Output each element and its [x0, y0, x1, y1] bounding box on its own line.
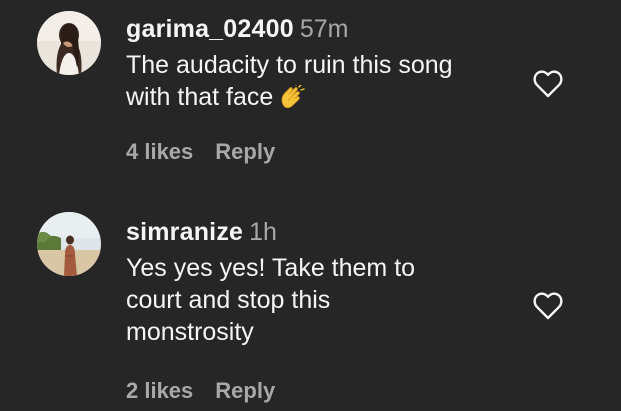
comment-text-fragment: with that face — [126, 83, 274, 111]
comment-text-line: The audacity to ruin this song — [126, 51, 453, 79]
comment-header: simranize 1h — [126, 217, 526, 247]
comment-item: simranize 1h Yes yes yes! Take them to co… — [0, 200, 621, 411]
avatar[interactable] — [37, 212, 101, 276]
comment-text-line: Yes yes yes! Take them to — [126, 254, 416, 282]
comment-text: The audacity to ruin this song with that… — [126, 49, 526, 117]
reply-button[interactable]: Reply — [215, 139, 275, 164]
like-heart-icon[interactable] — [533, 292, 563, 320]
timestamp: 1h — [249, 218, 277, 246]
comment-actions: 4 likes Reply — [126, 139, 275, 165]
username[interactable]: garima_02400 — [126, 15, 294, 43]
timestamp: 57m — [299, 15, 349, 43]
comment-header: garima_02400 57m — [126, 14, 526, 44]
reply-button[interactable]: Reply — [215, 378, 275, 403]
clapping-hands-icon — [279, 83, 306, 117]
comment-item: garima_02400 57m The audacity to ruin thi… — [0, 0, 621, 190]
avatar[interactable] — [37, 11, 101, 75]
comment-text-line: court and stop this — [126, 286, 331, 314]
comment-text-line: with that face — [126, 81, 526, 117]
comment-actions: 2 likes Reply — [126, 378, 275, 404]
comment-text: Yes yes yes! Take them to court and stop… — [126, 252, 526, 348]
like-heart-icon[interactable] — [533, 70, 563, 98]
username[interactable]: simranize — [126, 218, 243, 246]
likes-count[interactable]: 4 likes — [126, 139, 193, 164]
comment-text-line: monstrosity — [126, 318, 254, 346]
likes-count[interactable]: 2 likes — [126, 378, 193, 403]
